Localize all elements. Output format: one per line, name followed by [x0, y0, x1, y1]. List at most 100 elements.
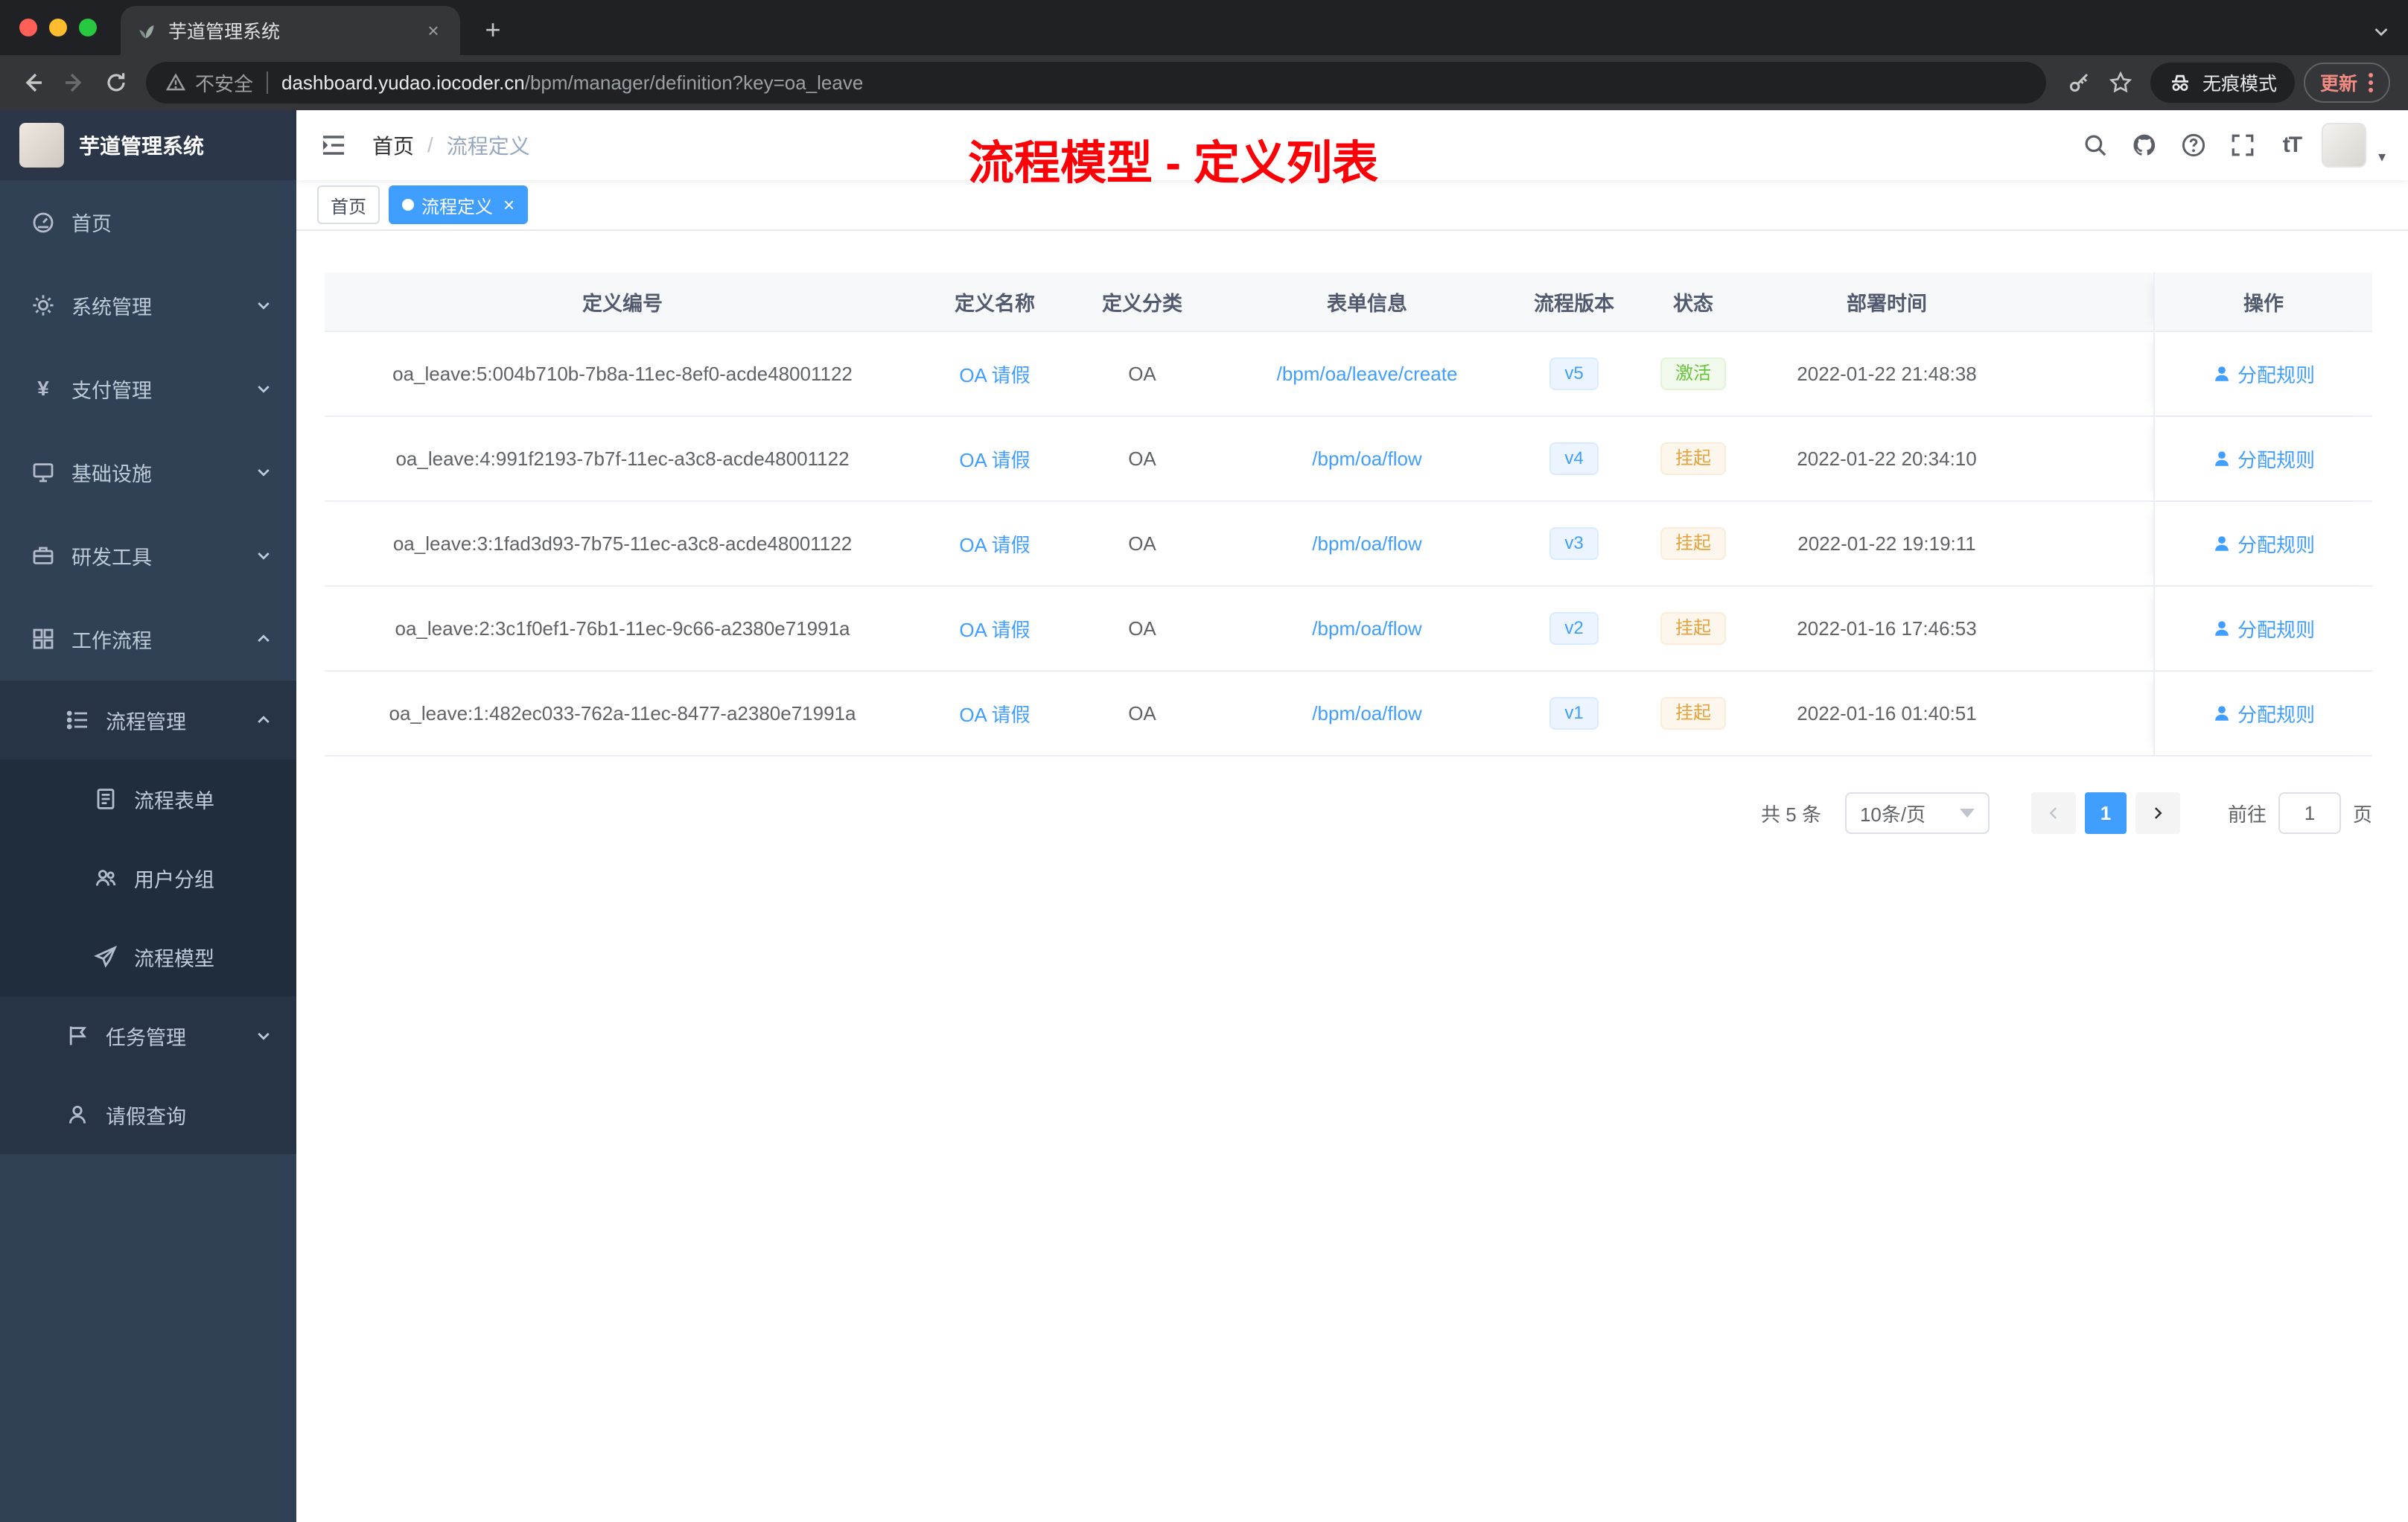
- breadcrumb-home[interactable]: 首页: [372, 130, 414, 160]
- cell-action[interactable]: 分配规则: [2153, 417, 2372, 500]
- cell-definition-name[interactable]: OA 请假: [920, 672, 1069, 755]
- cell-definition-name[interactable]: OA 请假: [920, 332, 1069, 415]
- assign-rule-link[interactable]: 分配规则: [2212, 360, 2315, 388]
- help-icon[interactable]: [2174, 126, 2213, 165]
- assign-rule-link[interactable]: 分配规则: [2212, 445, 2315, 473]
- font-size-icon[interactable]: tT: [2272, 126, 2311, 165]
- prev-page-button[interactable]: [2030, 792, 2076, 834]
- search-icon[interactable]: [2076, 126, 2115, 165]
- sidebar-item-label: 请假查询: [106, 1105, 186, 1128]
- zoom-window-button[interactable]: [79, 19, 97, 36]
- table-row: oa_leave:4:991f2193-7b7f-11ec-a3c8-acde4…: [325, 417, 2372, 502]
- browser-tab[interactable]: 芋道管理系统 ×: [121, 6, 460, 55]
- cell-definition-name[interactable]: OA 请假: [920, 587, 1069, 670]
- sidebar-item-process-manage[interactable]: 流程管理: [0, 681, 296, 760]
- workflow-icon: [31, 627, 55, 651]
- github-icon[interactable]: [2125, 126, 2164, 165]
- forward-button[interactable]: [54, 62, 95, 104]
- sidebar-item-dashboard[interactable]: 首页: [0, 180, 296, 264]
- sidebar-item-label: 用户分组: [134, 868, 214, 891]
- update-chrome-button[interactable]: 更新: [2303, 63, 2390, 103]
- fullscreen-icon[interactable]: [2223, 126, 2262, 165]
- avatar[interactable]: [2321, 123, 2366, 168]
- sidebar-item-label: 基础设施: [71, 462, 152, 485]
- sidebar-item-label: 流程表单: [134, 789, 214, 812]
- hamburger-icon[interactable]: [319, 130, 348, 160]
- sidebar-menu: 首页 系统管理 ¥ 支付管理基础设施研发工具工作流程 流程管理流程表单用户分组流程模型任…: [0, 180, 296, 1154]
- sidebar-item-user-group[interactable]: 用户分组: [0, 838, 296, 917]
- payment-icon: ¥: [31, 377, 55, 401]
- close-window-button[interactable]: [19, 19, 37, 36]
- annotation-title: 流程模型 - 定义列表: [968, 138, 1379, 189]
- avatar-caret-icon[interactable]: ▾: [2378, 147, 2386, 166]
- cell-form-link[interactable]: /bpm/oa/flow: [1215, 672, 1519, 755]
- not-secure-warning-icon[interactable]: [165, 72, 186, 93]
- page-number-button[interactable]: 1: [2084, 792, 2127, 834]
- user-icon: [2212, 534, 2232, 553]
- table-body: oa_leave:5:004b710b-7b8a-11ec-8ef0-acde4…: [325, 332, 2372, 757]
- cell-deploy-time: 2022-01-22 21:48:38: [1797, 362, 1977, 385]
- security-label[interactable]: 不安全: [195, 69, 253, 97]
- chevron-down-icon: [255, 1027, 273, 1045]
- cell-form-link[interactable]: /bpm/oa/leave/create: [1215, 332, 1519, 415]
- assign-rule-link[interactable]: 分配规则: [2212, 530, 2315, 558]
- active-tag-dot: [402, 199, 414, 211]
- goto-page-input[interactable]: [2278, 792, 2341, 834]
- update-label: 更新: [2319, 74, 2357, 95]
- tag-process-definition[interactable]: 流程定义 ×: [389, 185, 529, 224]
- sidebar-item-task[interactable]: 任务管理: [0, 996, 296, 1075]
- cell-form-link[interactable]: /bpm/oa/flow: [1215, 502, 1519, 585]
- tab-search-chevron-icon[interactable]: [2372, 22, 2390, 40]
- cell-definition-id: oa_leave:4:991f2193-7b7f-11ec-a3c8-acde4…: [395, 447, 850, 470]
- tab-close-icon[interactable]: ×: [421, 19, 445, 42]
- sidebar-item-form[interactable]: 流程表单: [0, 760, 296, 838]
- column-header: 定义分类: [1102, 292, 1182, 315]
- cell-status: 挂起: [1629, 672, 1757, 755]
- sidebar-item-workflow[interactable]: 工作流程: [0, 597, 296, 681]
- column-header: 流程版本: [1534, 292, 1614, 315]
- browser-menu-dots-icon[interactable]: [2368, 71, 2374, 95]
- sidebar-item-leave-query[interactable]: 请假查询: [0, 1075, 296, 1154]
- address-bar[interactable]: 不安全 dashboard.yudao.iocoder.cn /bpm/mana…: [146, 62, 2046, 104]
- cell-action[interactable]: 分配规则: [2153, 502, 2372, 585]
- cell-form-link[interactable]: /bpm/oa/flow: [1215, 587, 1519, 670]
- sidebar-item-gear[interactable]: 系统管理: [0, 264, 296, 347]
- cell-action[interactable]: 分配规则: [2153, 587, 2372, 670]
- password-key-icon[interactable]: [2058, 62, 2100, 104]
- cell-definition-name[interactable]: OA 请假: [920, 417, 1069, 500]
- tag-close-icon[interactable]: ×: [503, 195, 515, 214]
- new-tab-button[interactable]: +: [472, 9, 514, 51]
- back-button[interactable]: [12, 62, 54, 104]
- cell-action[interactable]: 分配规则: [2153, 332, 2372, 415]
- chevron-up-icon: [255, 630, 273, 648]
- cell-process-version: v2: [1519, 587, 1629, 670]
- version-badge: v2: [1549, 611, 1599, 646]
- sidebar-item-process-model[interactable]: 流程模型: [0, 917, 296, 996]
- assign-rule-link[interactable]: 分配规则: [2212, 615, 2315, 643]
- column-header: 表单信息: [1327, 292, 1407, 315]
- sidebar-item-label: 研发工具: [71, 546, 152, 569]
- sidebar-item-payment[interactable]: ¥ 支付管理: [0, 347, 296, 430]
- sidebar-item-dev-tools[interactable]: 研发工具: [0, 514, 296, 597]
- browser-tabstrip: 芋道管理系统 × +: [0, 0, 2408, 55]
- reload-button[interactable]: [95, 62, 137, 104]
- sidebar-item-infrastructure[interactable]: 基础设施: [0, 430, 296, 514]
- page-size-select[interactable]: 10条/页: [1844, 792, 1990, 834]
- incognito-badge: 无痕模式: [2150, 63, 2295, 103]
- cell-definition-category: OA: [1128, 447, 1156, 470]
- next-page-button[interactable]: [2135, 792, 2180, 834]
- cell-action[interactable]: 分配规则: [2153, 672, 2372, 755]
- assign-rule-link[interactable]: 分配规则: [2212, 700, 2315, 727]
- column-header: 定义名称: [955, 292, 1035, 315]
- tag-home[interactable]: 首页: [317, 185, 380, 224]
- brand-logo: [19, 123, 64, 168]
- bookmark-star-icon[interactable]: [2100, 62, 2141, 104]
- brand[interactable]: 芋道管理系统: [0, 110, 296, 180]
- status-badge: 挂起: [1660, 442, 1726, 476]
- brand-title: 芋道管理系统: [79, 135, 205, 158]
- leave-query-icon: [66, 1103, 89, 1127]
- cell-form-link[interactable]: /bpm/oa/flow: [1215, 417, 1519, 500]
- screen: 芋道管理系统 × + 不安全 dashboard.yudao.iocoder.c…: [0, 0, 2408, 1522]
- cell-definition-name[interactable]: OA 请假: [920, 502, 1069, 585]
- minimize-window-button[interactable]: [49, 19, 67, 36]
